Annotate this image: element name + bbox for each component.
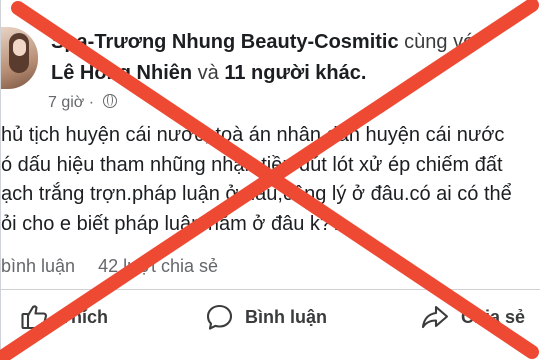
avatar-face bbox=[13, 39, 26, 56]
author-avatar[interactable] bbox=[1, 27, 38, 89]
like-button[interactable]: Thích bbox=[21, 296, 108, 338]
post-line: ạch trắng trợn.pháp luận ở đâu,công lý ở… bbox=[1, 183, 512, 205]
post-time[interactable]: 7 giờ · bbox=[48, 94, 94, 111]
comment-button[interactable]: Bình luận bbox=[206, 296, 327, 338]
and-text: và bbox=[197, 62, 219, 84]
globe-icon bbox=[102, 94, 117, 108]
author-name[interactable]: Spa-Trương Nhung Beauty-Cosmitic bbox=[51, 31, 399, 53]
like-label: Thích bbox=[60, 306, 108, 327]
share-button[interactable]: Chia sẻ bbox=[421, 296, 525, 338]
comment-label: Bình luận bbox=[245, 306, 327, 327]
like-icon bbox=[21, 305, 47, 330]
post-line: ó dấu hiệu tham nhũng nhận tiền đút lót … bbox=[1, 153, 503, 176]
post-stats: bình luận 42 lượt chia sẻ bbox=[1, 256, 218, 277]
post-body: hủ tịch huyện cái nước, toà án nhân dân … bbox=[1, 121, 512, 239]
comment-icon bbox=[206, 304, 233, 330]
facebook-post-card: Spa-Trương Nhung Beauty-Cosmitic cùng vớ… bbox=[0, 0, 540, 360]
with-text: cùng với bbox=[404, 31, 481, 53]
tagged-person[interactable]: Lê Hồng Nhiên bbox=[51, 62, 192, 84]
post-line: hủ tịch huyện cái nước, toà án nhân dân … bbox=[1, 124, 505, 146]
share-count[interactable]: 42 lượt chia sẻ bbox=[98, 256, 218, 276]
action-bar: Thích Bình luận Chia sẻ bbox=[1, 296, 540, 338]
others-link[interactable]: 11 người khác. bbox=[224, 62, 366, 84]
post-header-line2: Lê Hồng Nhiên và 11 người khác. bbox=[51, 62, 366, 85]
share-label: Chia sẻ bbox=[461, 306, 526, 327]
post-line: ỏi cho e biết pháp luận nằm ở đâu k?? bbox=[1, 212, 343, 235]
divider bbox=[1, 289, 540, 290]
share-icon bbox=[421, 305, 449, 329]
post-header-line1: Spa-Trương Nhung Beauty-Cosmitic cùng vớ… bbox=[51, 31, 481, 54]
post-meta: 7 giờ · bbox=[48, 94, 117, 112]
comment-count[interactable]: bình luận bbox=[1, 256, 75, 276]
